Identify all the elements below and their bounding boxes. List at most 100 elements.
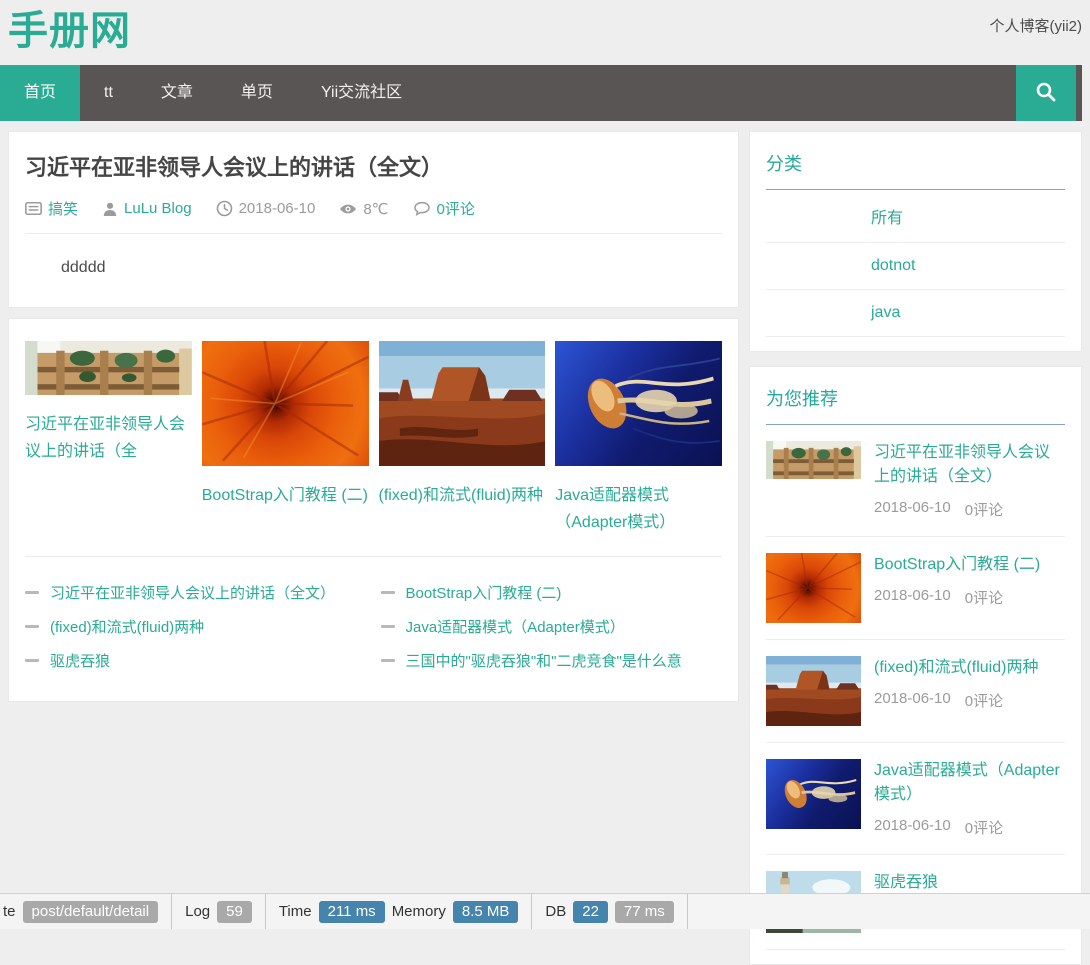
article-title: 习近平在亚非领导人会议上的讲话（全文） [25, 150, 722, 182]
dash-icon [25, 591, 39, 594]
article-date: 2018-06-10 [239, 200, 316, 217]
related-card[interactable]: 习近平在亚非领导人会议上的讲话（全 [25, 341, 192, 536]
desert-rocks-thumbnail[interactable] [766, 656, 861, 726]
blue-jellyfish-thumbnail[interactable] [555, 341, 722, 466]
recommend-item-date: 2018-06-10 [874, 690, 951, 711]
categories-title: 分类 [766, 150, 1065, 176]
recommend-item-date: 2018-06-10 [874, 499, 951, 520]
debug-route-block[interactable]: te post/default/detail [0, 894, 172, 929]
related-link[interactable]: BootStrap入门教程 (二) [381, 575, 723, 609]
dash-icon [381, 591, 395, 594]
related-panel: 习近平在亚非领导人会议上的讲话（全 [8, 318, 739, 702]
sidebar: 分类 所有 dotnot java 为您推荐 [749, 131, 1082, 965]
recommend-item-meta: 2018-06-10 0评论 [874, 587, 1065, 608]
meta-category: 搞笑 [25, 198, 78, 219]
category-item-all[interactable]: 所有 [766, 190, 1065, 243]
recommend-item: Java适配器模式（Adapter模式） 2018-06-10 0评论 [766, 743, 1065, 855]
user-icon [102, 201, 118, 217]
dash-icon [381, 625, 395, 628]
category-link[interactable]: 搞笑 [48, 198, 78, 219]
recommend-item-title[interactable]: Java适配器模式（Adapter模式） [874, 759, 1065, 807]
related-link[interactable]: 三国中的"驱虎吞狼"和"二虎竞食"是什么意 [381, 643, 723, 677]
category-item-dotnot[interactable]: dotnot [766, 243, 1065, 290]
meta-views: 8℃ [339, 200, 388, 218]
eye-icon [339, 201, 357, 217]
debug-db-count-badge: 22 [573, 901, 608, 923]
pallet-garden-thumbnail[interactable] [25, 341, 192, 395]
related-card-title[interactable]: 习近平在亚非领导人会议上的讲话（全 [25, 411, 192, 465]
debug-time-badge: 211 ms [319, 901, 385, 923]
recommend-item-meta: 2018-06-10 0评论 [874, 499, 1065, 520]
recommend-item-title[interactable]: (fixed)和流式(fluid)两种 [874, 656, 1065, 680]
related-link[interactable]: 驱虎吞狼 [25, 643, 367, 677]
category-icon [25, 200, 42, 217]
yii-debug-toolbar: te post/default/detail Log 59 Time 211 m… [0, 893, 1090, 929]
category-item-java[interactable]: java [766, 290, 1065, 337]
article-meta: 搞笑 LuLu Blog 2018-06-10 8℃ 0评论 [25, 198, 722, 234]
debug-log-badge: 59 [217, 901, 252, 923]
nav-item-tt[interactable]: tt [80, 65, 137, 121]
recommend-item-comments: 0评论 [965, 587, 1003, 608]
main-nav: 首页 tt 文章 单页 Yii交流社区 [0, 65, 1082, 121]
recommend-item-meta: 2018-06-10 0评论 [874, 690, 1065, 711]
comments-link[interactable]: 0评论 [437, 198, 475, 219]
recommend-item-title[interactable]: 习近平在亚非领导人会议上的讲话（全文） [874, 441, 1065, 489]
recommend-item: (fixed)和流式(fluid)两种 2018-06-10 0评论 [766, 640, 1065, 743]
related-card[interactable]: BootStrap入门教程 (二) [202, 341, 369, 536]
site-logo[interactable]: 手册网 [8, 0, 131, 62]
nav-item-page[interactable]: 单页 [217, 65, 297, 121]
nav-item-home[interactable]: 首页 [0, 65, 80, 121]
site-tagline: 个人博客(yii2) [990, 15, 1083, 36]
recommend-item-date: 2018-06-10 [874, 587, 951, 608]
debug-time-label: Time [279, 903, 312, 920]
related-card[interactable]: Java适配器模式（Adapter模式） [555, 341, 722, 536]
related-card[interactable]: (fixed)和流式(fluid)两种 [379, 341, 546, 536]
dash-icon [381, 659, 395, 662]
orange-flower-thumbnail[interactable] [766, 553, 861, 623]
recommend-item: 习近平在亚非领导人会议上的讲话（全文） 2018-06-10 0评论 [766, 425, 1065, 537]
recommend-title: 为您推荐 [766, 385, 1065, 411]
blue-jellyfish-thumbnail[interactable] [766, 759, 861, 829]
search-button[interactable] [1016, 65, 1076, 121]
debug-log-label: Log [185, 903, 210, 920]
main-column: 习近平在亚非领导人会议上的讲话（全文） 搞笑 LuLu Blog 2018-06… [8, 131, 739, 702]
meta-comments: 0评论 [413, 198, 475, 219]
related-link[interactable]: Java适配器模式（Adapter模式） [381, 609, 723, 643]
nav-item-articles[interactable]: 文章 [137, 65, 217, 121]
author-link[interactable]: LuLu Blog [124, 200, 192, 217]
debug-log-block[interactable]: Log 59 [172, 894, 266, 929]
page-body: 习近平在亚非领导人会议上的讲话（全文） 搞笑 LuLu Blog 2018-06… [8, 131, 1082, 965]
related-links: 习近平在亚非领导人会议上的讲话（全文） BootStrap入门教程 (二) (f… [25, 575, 722, 677]
recommend-item: BootStrap入门教程 (二) 2018-06-10 0评论 [766, 537, 1065, 640]
debug-time-memory-block[interactable]: Time 211 ms Memory 8.5 MB [266, 894, 533, 929]
article-views: 8℃ [363, 200, 388, 218]
debug-memory-label: Memory [392, 903, 446, 920]
related-card-title[interactable]: Java适配器模式（Adapter模式） [555, 482, 722, 536]
categories-widget: 分类 所有 dotnot java [749, 131, 1082, 352]
recommend-item-title[interactable]: BootStrap入门教程 (二) [874, 553, 1065, 577]
pallet-garden-thumbnail[interactable] [766, 441, 861, 479]
debug-db-label: DB [545, 903, 566, 920]
recommend-item-comments: 0评论 [965, 499, 1003, 520]
desert-rocks-thumbnail[interactable] [379, 341, 546, 466]
recommend-item-meta: 2018-06-10 0评论 [874, 817, 1065, 838]
recommend-item-comments: 0评论 [965, 817, 1003, 838]
site-header: 手册网 个人博客(yii2) [0, 0, 1082, 65]
orange-flower-thumbnail[interactable] [202, 341, 369, 466]
nav-item-yii-community[interactable]: Yii交流社区 [297, 65, 426, 121]
debug-memory-badge: 8.5 MB [453, 901, 519, 923]
debug-db-block[interactable]: DB 22 77 ms [532, 894, 687, 929]
article-panel: 习近平在亚非领导人会议上的讲话（全文） 搞笑 LuLu Blog 2018-06… [8, 131, 739, 308]
related-card-title[interactable]: BootStrap入门教程 (二) [202, 482, 369, 509]
recommend-list: 习近平在亚非领导人会议上的讲话（全文） 2018-06-10 0评论 [766, 425, 1065, 950]
comment-icon [413, 200, 431, 217]
meta-author: LuLu Blog [102, 200, 192, 217]
related-link[interactable]: 习近平在亚非领导人会议上的讲话（全文） [25, 575, 367, 609]
recommend-item-title[interactable]: 驱虎吞狼 [874, 871, 1065, 895]
meta-date: 2018-06-10 [216, 200, 316, 217]
dash-icon [25, 625, 39, 628]
related-card-title[interactable]: (fixed)和流式(fluid)两种 [379, 482, 546, 509]
article-body: ddddd [25, 234, 722, 307]
related-link[interactable]: (fixed)和流式(fluid)两种 [25, 609, 367, 643]
nav-menu: 首页 tt 文章 单页 Yii交流社区 [0, 65, 1082, 121]
